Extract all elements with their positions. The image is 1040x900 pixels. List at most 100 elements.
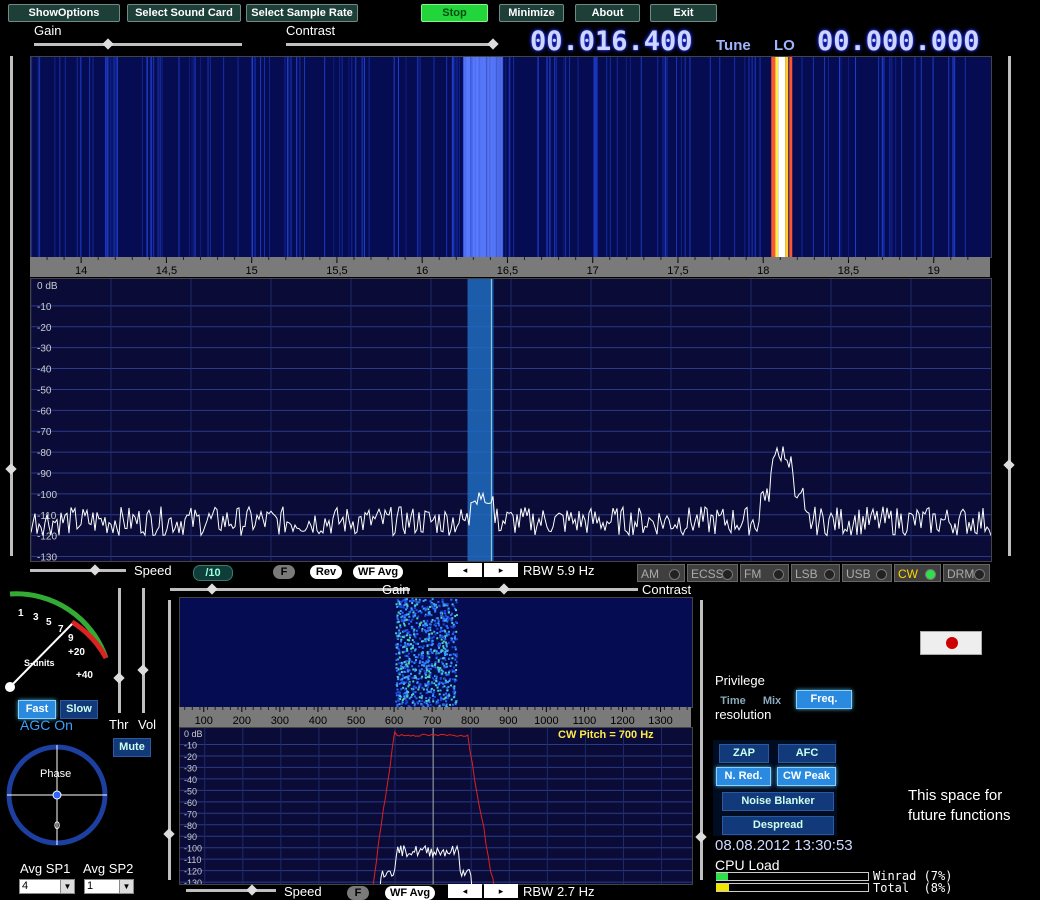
audio-waterfall-dot <box>446 620 449 623</box>
audio-waterfall-dot <box>425 637 428 640</box>
waterfall-streak <box>64 57 66 257</box>
minimize-button[interactable]: Minimize <box>499 4 564 22</box>
audio-db-label: 0 dB <box>184 729 203 739</box>
phase-dial[interactable] <box>5 743 110 848</box>
mute-button[interactable]: Mute <box>113 738 151 757</box>
audio-waterfall-dot <box>451 617 454 620</box>
speed-divider-button[interactable]: /10 <box>193 565 233 581</box>
mode-usb-button[interactable]: USB <box>842 564 892 582</box>
waterfall-streak <box>556 57 558 257</box>
cw-peak-button[interactable]: CW Peak <box>777 767 836 786</box>
audio-waterfall-dot <box>428 605 431 608</box>
f-button[interactable]: F <box>273 565 295 579</box>
rev-button[interactable]: Rev <box>310 565 342 579</box>
filter-passband[interactable] <box>467 279 494 561</box>
mode-ecss-button[interactable]: ECSS <box>687 564 738 582</box>
left-vertical-slider-handle[interactable] <box>5 463 17 475</box>
waterfall-streak <box>838 57 840 257</box>
main-spectrum[interactable]: 0 dB -10 -20 -30 -40 -50 -60 -70 -80 -90 -100 -110-… <box>30 278 992 562</box>
audio-waterfall-dot <box>404 666 407 669</box>
audio-right-vertical-slider-handle[interactable] <box>695 831 707 843</box>
waterfall-signal <box>463 57 466 257</box>
gain-slider-handle[interactable] <box>102 38 114 50</box>
avg-sp2-select[interactable]: 1 ▼ <box>84 879 134 894</box>
waterfall-streak <box>664 57 666 257</box>
waterfall-streak <box>192 57 194 257</box>
mode-lsb-button[interactable]: LSB <box>791 564 840 582</box>
waterfall-streak <box>237 57 239 257</box>
waterfall-streak <box>754 57 756 257</box>
contrast-slider-handle[interactable] <box>487 38 499 50</box>
despread-button[interactable]: Despread <box>722 816 834 835</box>
audio-waterfall-dot <box>422 624 425 627</box>
about-button[interactable]: About <box>575 4 640 22</box>
audio-spectrum[interactable]: 0 dB -10 -20 -30 -40 -50 -60 -70 -80 -90 -100 -110 -… <box>179 727 693 885</box>
audio-wf-avg-button[interactable]: WF Avg <box>385 886 435 900</box>
mode-am-button[interactable]: AM <box>637 564 685 582</box>
mode-drm-button[interactable]: DRM <box>943 564 990 582</box>
mode-cw-button[interactable]: CW <box>894 564 941 582</box>
right-vertical-slider[interactable] <box>1008 56 1011 556</box>
waterfall-streak <box>563 57 565 257</box>
audio-waterfall-dot <box>414 656 417 659</box>
stop-button[interactable]: Stop <box>421 4 488 22</box>
volume-slider[interactable] <box>142 588 145 713</box>
waterfall-streak <box>333 57 335 257</box>
select-sound-card-button[interactable]: Select Sound Card <box>127 4 241 22</box>
audio-f-button[interactable]: F <box>347 886 369 900</box>
scale-tick-label: 14,5 <box>156 265 177 277</box>
mode-fm-button[interactable]: FM <box>740 564 789 582</box>
audio-waterfall-dot <box>405 629 408 632</box>
datetime-display: 08.08.2012 13:30:53 <box>715 837 853 854</box>
audio-contrast-slider[interactable] <box>428 588 638 591</box>
left-vertical-slider[interactable] <box>10 56 13 556</box>
gain-slider[interactable] <box>34 43 242 46</box>
right-vertical-slider-handle[interactable] <box>1003 459 1015 471</box>
exit-button[interactable]: Exit <box>650 4 717 22</box>
resolution-freq-button[interactable]: Freq. <box>796 690 852 709</box>
audio-speed-slider[interactable] <box>186 889 276 892</box>
select-sample-rate-button[interactable]: Select Sample Rate <box>246 4 358 22</box>
audio-waterfall-dot <box>449 653 452 656</box>
speed-slider-handle[interactable] <box>89 564 101 576</box>
audio-waterfall-dot <box>454 658 457 661</box>
waterfall-streak <box>932 57 934 257</box>
main-waterfall[interactable] <box>30 56 992 258</box>
waterfall-streak <box>263 57 265 257</box>
show-options-button[interactable]: ShowOptions <box>8 4 120 22</box>
afc-button[interactable]: AFC <box>778 744 836 763</box>
audio-waterfall-dot <box>428 670 431 673</box>
audio-scale-tick-label: 800 <box>461 715 479 727</box>
tune-frequency-display[interactable]: 00.016.400 <box>530 26 693 57</box>
audio-scroll-left-button[interactable]: ◂ <box>448 884 482 898</box>
scroll-right-button[interactable]: ▸ <box>484 563 518 577</box>
volume-slider-handle[interactable] <box>137 664 149 676</box>
audio-waterfall[interactable] <box>179 597 693 708</box>
lo-frequency-display[interactable]: 00.000.000 <box>817 26 980 57</box>
audio-waterfall-dot <box>428 612 431 615</box>
waterfall-carrier <box>789 57 793 257</box>
avg-sp1-select[interactable]: 4 ▼ <box>19 879 75 894</box>
audio-speed-slider-handle[interactable] <box>246 884 258 896</box>
audio-scroll-right-button[interactable]: ▸ <box>484 884 518 898</box>
audio-gain-slider-handle[interactable] <box>206 583 218 595</box>
speed-slider[interactable] <box>30 569 126 572</box>
threshold-slider[interactable] <box>118 588 121 713</box>
scroll-left-button[interactable]: ◂ <box>448 563 482 577</box>
audio-waterfall-dot <box>406 649 409 652</box>
audio-contrast-slider-handle[interactable] <box>498 583 510 595</box>
contrast-slider[interactable] <box>286 43 496 46</box>
threshold-slider-handle[interactable] <box>113 672 125 684</box>
noise-blanker-button[interactable]: Noise Blanker <box>722 792 834 811</box>
wf-avg-button[interactable]: WF Avg <box>353 565 403 579</box>
audio-left-vertical-slider-handle[interactable] <box>163 828 175 840</box>
s-scale-5: 5 <box>46 617 52 628</box>
zap-button[interactable]: ZAP <box>719 744 769 763</box>
audio-waterfall-dot <box>431 639 434 642</box>
noise-reduction-button[interactable]: N. Red. <box>716 767 771 786</box>
audio-waterfall-dot <box>405 691 408 694</box>
audio-waterfall-dot <box>424 623 427 626</box>
audio-waterfall-dot <box>446 681 449 684</box>
audio-scale-tick-label: 700 <box>423 715 441 727</box>
record-button[interactable] <box>920 631 982 655</box>
